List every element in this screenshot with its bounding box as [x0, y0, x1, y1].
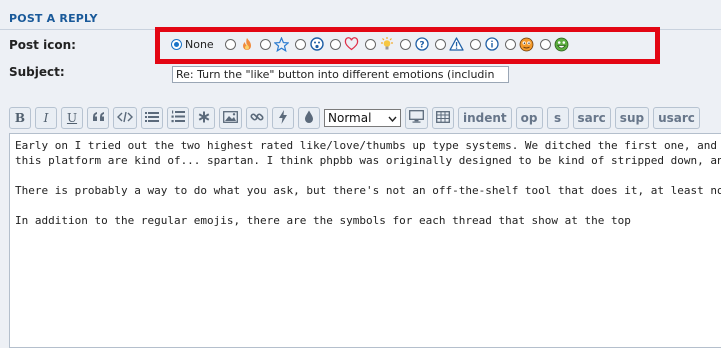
radio-none[interactable] — [171, 38, 182, 50]
post-icon-label: Post icon: — [9, 38, 76, 52]
radio-orange-face[interactable] — [504, 38, 516, 50]
sup-button[interactable]: sup — [614, 107, 650, 129]
post-icon-option-lightbulb[interactable] — [364, 36, 395, 52]
quote-button[interactable] — [87, 107, 109, 129]
message-line — [15, 198, 721, 213]
heart-icon — [344, 36, 360, 52]
none-label: None — [185, 37, 214, 51]
radio-question[interactable] — [399, 38, 411, 50]
chevron-down-icon — [388, 111, 397, 125]
post-icon-option-warning[interactable] — [434, 36, 465, 52]
color-button[interactable] — [298, 107, 320, 129]
list-button[interactable] — [141, 107, 163, 129]
numbered-list-icon — [171, 110, 185, 126]
s-button[interactable]: s — [546, 107, 569, 129]
warning-icon — [449, 36, 465, 52]
post-icon-option-orange-face[interactable] — [504, 36, 535, 52]
info-icon — [484, 36, 500, 52]
table-icon — [436, 110, 450, 126]
flash-button[interactable] — [272, 107, 294, 129]
italic-button[interactable]: I — [35, 107, 57, 129]
image-button[interactable] — [219, 107, 242, 129]
subject-label: Subject: — [9, 65, 65, 79]
svg-text:?: ? — [419, 41, 424, 51]
monitor-icon — [409, 110, 424, 126]
radio-info[interactable] — [469, 38, 481, 50]
radio-lightbulb[interactable] — [364, 38, 376, 50]
op-button[interactable]: op — [515, 107, 543, 129]
bold-button[interactable]: B — [9, 107, 31, 129]
section-title: POST A REPLY — [9, 12, 98, 25]
code-button[interactable] — [113, 107, 137, 129]
list-icon — [145, 111, 159, 126]
post-icon-option-surprised[interactable] — [294, 36, 325, 52]
fire-icon — [239, 36, 255, 52]
font-size-value: Normal — [328, 111, 372, 125]
list-item-button[interactable] — [193, 107, 215, 129]
post-icon-option-info[interactable] — [469, 36, 500, 52]
post-icon-option-green-face[interactable] — [539, 36, 570, 52]
sarc-button[interactable]: sarc — [572, 107, 611, 129]
post-icon-option-heart[interactable] — [329, 36, 360, 52]
post-icon-option-none[interactable]: None — [171, 38, 220, 51]
radio-warning[interactable] — [434, 38, 446, 50]
quote-icon — [92, 111, 105, 125]
message-line — [15, 168, 721, 183]
link-icon — [250, 110, 264, 127]
code-icon — [117, 111, 133, 126]
asterisk-icon — [198, 111, 210, 126]
orange-face-icon — [519, 36, 535, 52]
link-button[interactable] — [246, 107, 268, 129]
message-line: this platform are kind of... spartan. I … — [15, 154, 721, 167]
color-drop-icon — [304, 110, 314, 127]
radio-star[interactable] — [259, 38, 271, 50]
green-face-icon — [554, 36, 570, 52]
lightbulb-icon — [379, 36, 395, 52]
table-button[interactable] — [432, 107, 454, 129]
radio-surprised[interactable] — [294, 38, 306, 50]
underline-button[interactable]: U — [61, 107, 83, 129]
message-textarea[interactable]: Early on I tried out the two highest rat… — [9, 133, 721, 348]
radio-heart[interactable] — [329, 38, 341, 50]
surprised-face-icon — [309, 36, 325, 52]
numbered-list-button[interactable] — [167, 107, 189, 129]
usarc-button[interactable]: usarc — [653, 107, 700, 129]
post-icon-option-star[interactable] — [259, 36, 290, 52]
subject-input[interactable]: Re: Turn the "like" button into differen… — [172, 66, 509, 83]
message-line: In addition to the regular emojis, there… — [15, 214, 631, 227]
message-line: There is probably a way to do what you a… — [15, 184, 721, 197]
post-icon-option-fire[interactable] — [224, 36, 255, 52]
indent-button[interactable]: indent — [458, 107, 512, 129]
radio-fire[interactable] — [224, 38, 236, 50]
radio-green-face[interactable] — [539, 38, 551, 50]
star-icon — [274, 36, 290, 52]
message-line: Early on I tried out the two highest rat… — [15, 139, 721, 152]
post-icon-options: None ? — [171, 36, 575, 52]
post-icon-option-question[interactable]: ? — [399, 36, 430, 52]
lightning-icon — [278, 109, 288, 127]
image-icon — [223, 110, 238, 126]
font-size-select[interactable]: Normal — [324, 109, 401, 127]
editor-toolbar: B I U Normal indent op s sarc sup usarc — [9, 107, 704, 129]
preview-button[interactable] — [405, 107, 428, 129]
question-icon: ? — [414, 36, 430, 52]
